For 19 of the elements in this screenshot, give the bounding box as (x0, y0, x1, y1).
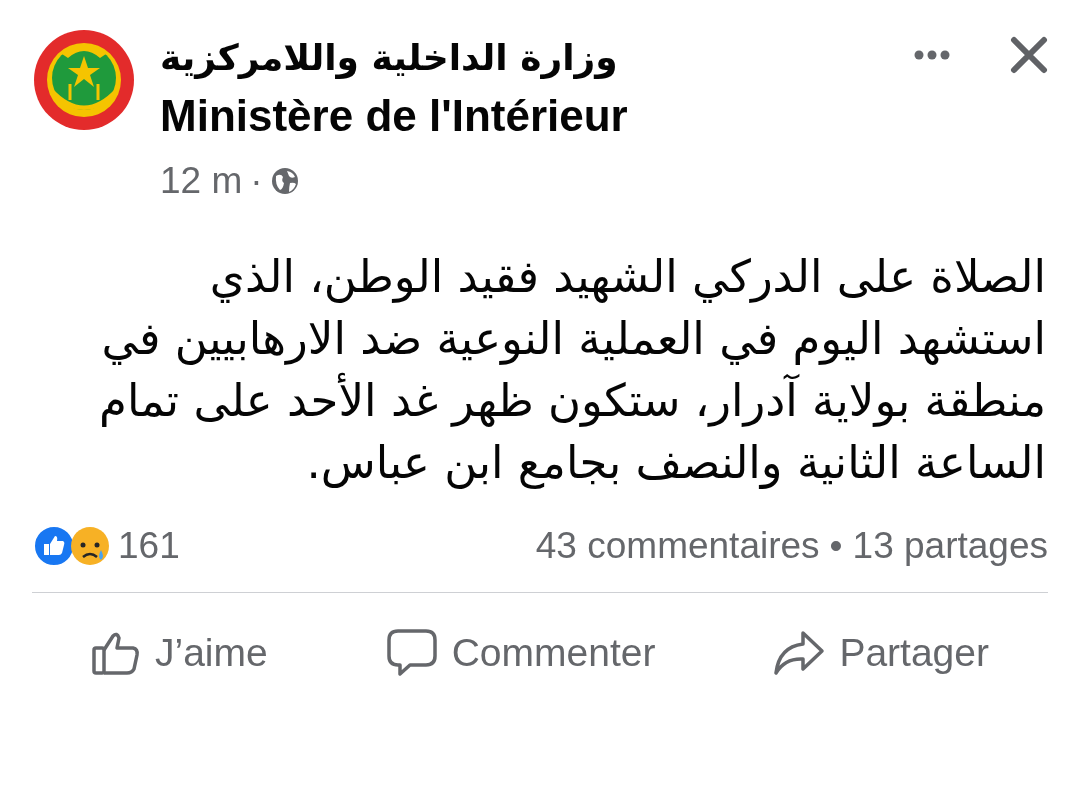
post-time[interactable]: 12 m (160, 160, 243, 202)
share-button[interactable]: Partager (763, 624, 999, 682)
post-text: الصلاة على الدركي الشهيد فقيد الوطن، الذي استشهد اليوم في العملية النوعية ضد الارهابيين في منطقة بولاية آدرار، ستكون ظهر غد الأحد على تمام الساعة الثانية والنصف بجامع ابن عباس. (98, 249, 1046, 491)
speech-bubble-icon (385, 628, 438, 678)
more-options-icon[interactable] (914, 50, 950, 60)
close-icon[interactable] (1010, 36, 1048, 74)
comment-button[interactable]: Commenter (375, 622, 666, 684)
page-name-arabic[interactable]: وزارة الداخلية واللامركزية (160, 28, 618, 88)
reaction-count[interactable]: 161 (118, 525, 180, 567)
separator: · (250, 160, 263, 202)
like-button[interactable]: J’aime (81, 624, 278, 682)
comment-count[interactable]: 43 commentaires (535, 525, 820, 567)
share-count[interactable]: 13 partages (852, 525, 1048, 567)
thumbs-up-icon (91, 630, 141, 676)
share-arrow-icon (773, 630, 826, 676)
crying-face-icon (70, 524, 110, 568)
globe-icon (270, 167, 299, 195)
page-name[interactable]: Ministère de l'Intérieur (160, 88, 890, 144)
separator: • (829, 525, 843, 567)
